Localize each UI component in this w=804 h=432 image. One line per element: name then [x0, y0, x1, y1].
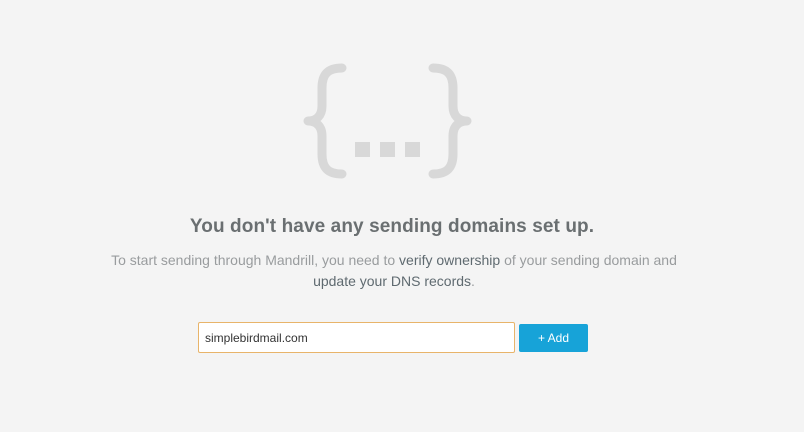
add-domain-button[interactable]: + Add: [519, 324, 588, 352]
update-dns-records-link[interactable]: update your DNS records: [313, 273, 471, 289]
verify-ownership-link[interactable]: verify ownership: [399, 252, 500, 268]
curly-braces-ellipsis-icon: [303, 63, 472, 179]
description-middle: of your sending domain and: [500, 252, 677, 268]
empty-state-headline: You don't have any sending domains set u…: [189, 216, 595, 237]
empty-state-description: To start sending through Mandrill, you n…: [82, 250, 706, 292]
sending-domains-empty-state: You don't have any sending domains set u…: [0, 0, 804, 432]
domain-input[interactable]: [198, 322, 515, 353]
description-prefix: To start sending through Mandrill, you n…: [111, 252, 400, 268]
description-suffix: .: [471, 273, 475, 289]
